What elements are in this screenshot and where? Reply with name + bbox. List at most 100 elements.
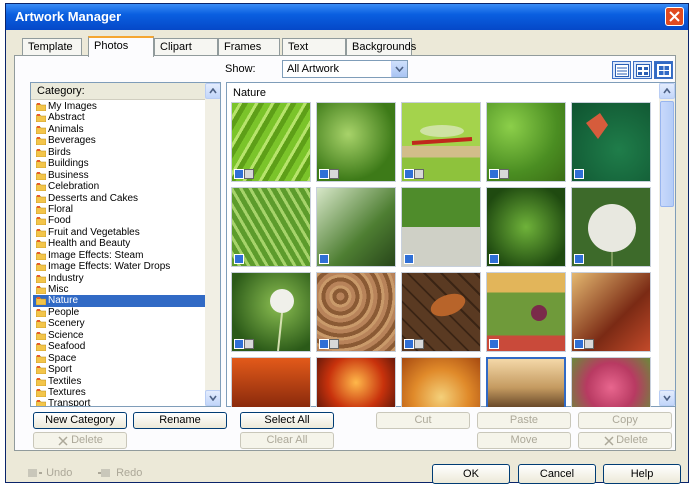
cancel-button[interactable]: Cancel xyxy=(518,464,596,484)
tab-clipart[interactable]: Clipart xyxy=(154,38,218,55)
folder-icon xyxy=(36,388,46,397)
redo-button[interactable]: Redo xyxy=(97,467,142,479)
photo-thumbnail[interactable] xyxy=(231,357,311,407)
rename-button[interactable]: Rename xyxy=(133,412,227,429)
category-label: Nature xyxy=(48,295,79,307)
category-label: Health and Beauty xyxy=(48,238,131,250)
category-item[interactable]: Food xyxy=(33,215,208,226)
new-category-button[interactable]: New Category xyxy=(33,412,127,429)
photo-thumbnail[interactable] xyxy=(571,272,651,352)
photo-thumbnail[interactable] xyxy=(401,187,481,267)
category-item[interactable]: Scenery xyxy=(33,318,208,329)
photo-thumbnail[interactable] xyxy=(316,357,396,407)
photo-type-icon xyxy=(414,169,424,179)
title-bar: Artwork Manager xyxy=(6,4,688,30)
photo-thumbnail[interactable] xyxy=(316,187,396,267)
scroll-up-button[interactable] xyxy=(205,83,220,99)
scroll-down-button[interactable] xyxy=(205,390,220,406)
chevron-up-icon xyxy=(209,88,217,94)
copy-button[interactable]: Copy xyxy=(578,412,672,429)
category-item[interactable]: Fruit and Vegetables xyxy=(33,227,208,238)
category-item[interactable]: Animals xyxy=(33,124,208,135)
folder-icon xyxy=(36,217,46,226)
photo-thumbnail[interactable] xyxy=(571,102,651,182)
list-view-icon xyxy=(615,64,629,77)
category-item[interactable]: People xyxy=(33,307,208,318)
category-item[interactable]: Transport xyxy=(33,398,208,407)
photo-thumbnail[interactable] xyxy=(401,357,481,407)
photo-thumbnail[interactable] xyxy=(231,187,311,267)
category-item[interactable]: Buildings xyxy=(33,158,208,169)
category-item[interactable]: Business xyxy=(33,170,208,181)
delete-artwork-button[interactable]: Delete xyxy=(578,432,672,449)
category-item[interactable]: Textures xyxy=(33,387,208,398)
folder-icon xyxy=(36,160,46,169)
close-button[interactable] xyxy=(665,7,684,26)
category-item[interactable]: My Images xyxy=(33,101,208,112)
folder-icon xyxy=(36,263,46,272)
category-item[interactable]: Space xyxy=(33,353,208,364)
folder-icon xyxy=(36,297,46,306)
category-item[interactable]: Industry xyxy=(33,273,208,284)
photo-thumbnail[interactable] xyxy=(571,187,651,267)
scroll-down-button[interactable] xyxy=(659,390,675,406)
category-item[interactable]: Misc xyxy=(33,284,208,295)
category-item[interactable]: Image Effects: Steam xyxy=(33,250,208,261)
folder-icon xyxy=(36,125,46,134)
photo-thumbnail[interactable] xyxy=(486,187,566,267)
category-item[interactable]: Health and Beauty xyxy=(33,238,208,249)
move-button[interactable]: Move xyxy=(477,432,571,449)
show-select-value: All Artwork xyxy=(287,63,339,75)
ok-button[interactable]: OK xyxy=(432,464,510,484)
tab-frames[interactable]: Frames xyxy=(218,38,280,55)
category-item[interactable]: Textiles xyxy=(33,376,208,387)
tab-text-graphics[interactable]: Text Graphics xyxy=(282,38,346,69)
category-item[interactable]: Science xyxy=(33,330,208,341)
category-item[interactable]: Floral xyxy=(33,204,208,215)
undo-button[interactable]: Undo xyxy=(27,467,72,479)
photo-thumbnail[interactable] xyxy=(571,357,651,407)
category-item[interactable]: Celebration xyxy=(33,181,208,192)
undo-icon xyxy=(28,469,42,478)
category-label: Transport xyxy=(48,398,91,407)
tab-photos[interactable]: Photos xyxy=(88,36,154,57)
category-scrollbar[interactable] xyxy=(205,83,220,406)
gallery-scrollbar[interactable] xyxy=(659,83,675,406)
thumbnail-view-button[interactable] xyxy=(654,61,673,79)
delete-category-button[interactable]: Delete xyxy=(33,432,127,449)
tab-label: Photos xyxy=(94,40,129,52)
medium-view-button[interactable] xyxy=(633,61,652,79)
clear-all-button[interactable]: Clear All xyxy=(240,432,334,449)
help-button[interactable]: Help xyxy=(603,464,681,484)
photo-type-icon xyxy=(574,339,584,349)
paste-button[interactable]: Paste xyxy=(477,412,571,429)
category-item[interactable]: Beverages xyxy=(33,135,208,146)
category-item[interactable]: Abstract xyxy=(33,112,208,123)
photo-thumbnail[interactable] xyxy=(231,272,311,352)
category-item[interactable]: Seafood xyxy=(33,341,208,352)
photo-thumbnail[interactable] xyxy=(401,272,481,352)
dropdown-button[interactable] xyxy=(391,61,407,77)
folder-icon xyxy=(36,274,46,283)
tab-template[interactable]: Template xyxy=(22,38,82,55)
scroll-up-button[interactable] xyxy=(659,83,675,99)
tab-backgrounds[interactable]: Backgrounds xyxy=(346,38,416,55)
photo-thumbnail[interactable] xyxy=(401,102,481,182)
select-all-button[interactable]: Select All xyxy=(240,412,334,429)
category-item[interactable]: Nature xyxy=(33,295,208,307)
show-select[interactable]: All Artwork xyxy=(282,60,408,78)
category-item[interactable]: Birds xyxy=(33,147,208,158)
photo-thumbnail[interactable] xyxy=(486,272,566,352)
category-item[interactable]: Desserts and Cakes xyxy=(33,193,208,204)
category-label: Science xyxy=(48,329,84,341)
photo-thumbnail[interactable] xyxy=(316,102,396,182)
category-item[interactable]: Sport xyxy=(33,364,208,375)
photo-thumbnail[interactable] xyxy=(316,272,396,352)
scroll-thumb[interactable] xyxy=(660,101,674,207)
category-item[interactable]: Image Effects: Water Drops xyxy=(33,261,208,272)
photo-thumbnail[interactable] xyxy=(486,102,566,182)
photo-thumbnail-selected[interactable] xyxy=(486,357,566,407)
photo-thumbnail[interactable] xyxy=(231,102,311,182)
cut-button[interactable]: Cut xyxy=(376,412,470,429)
list-view-button[interactable] xyxy=(612,61,631,79)
